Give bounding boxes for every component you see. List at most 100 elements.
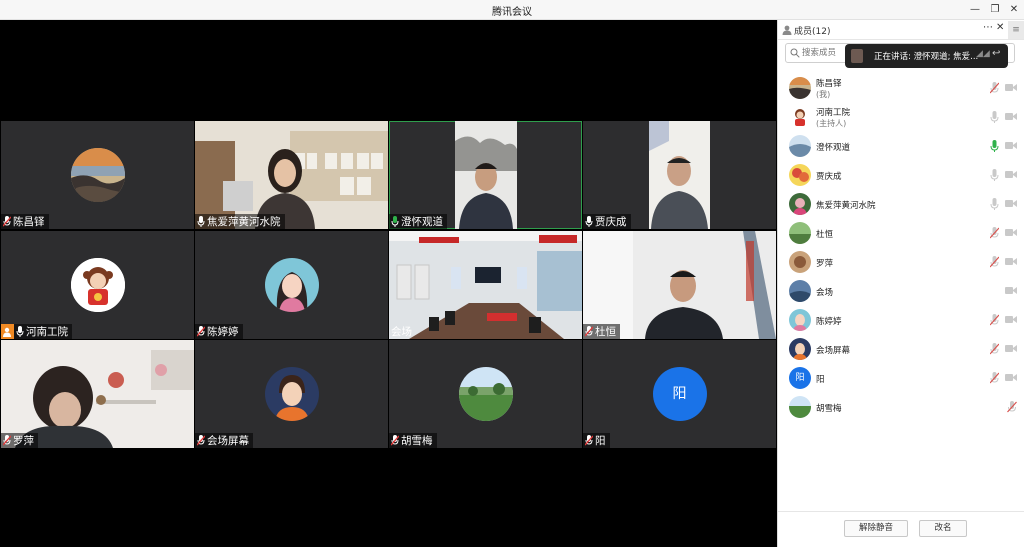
collapse-toast-icon[interactable]: ↩: [992, 48, 1000, 59]
avatar: [789, 396, 811, 418]
video-tile[interactable]: 阳 阳: [583, 340, 776, 448]
avatar: [789, 106, 811, 128]
member-row[interactable]: 会场屏幕: [778, 335, 1024, 363]
mic-icon[interactable]: [990, 198, 999, 210]
member-row[interactable]: 会场: [778, 277, 1024, 305]
mic-muted-icon[interactable]: [990, 343, 999, 355]
restore-icon[interactable]: ❐: [987, 2, 1003, 18]
more-options-icon[interactable]: ⋯: [983, 22, 993, 33]
video-tile[interactable]: 会场: [389, 231, 582, 339]
member-row[interactable]: 焦爱萍黄河水院: [778, 190, 1024, 218]
mic-icon: [16, 326, 24, 337]
member-row[interactable]: 罗萍: [778, 248, 1024, 276]
member-name: 陈昌铎: [816, 79, 842, 89]
camera-icon[interactable]: [1005, 83, 1017, 92]
mic-muted-icon[interactable]: [990, 256, 999, 268]
rename-button[interactable]: 改名: [919, 520, 967, 537]
member-name: 罗萍: [816, 259, 834, 269]
close-panel-icon[interactable]: ✕: [996, 22, 1004, 33]
member-row[interactable]: 阳 阳: [778, 364, 1024, 392]
member-row[interactable]: 河南工院 (主持人): [778, 103, 1024, 131]
camera-icon[interactable]: [1005, 141, 1017, 150]
avatar: [789, 338, 811, 360]
participant-name-bar: 澄怀观道: [389, 214, 447, 229]
unmute-all-button[interactable]: 解除静音: [844, 520, 908, 537]
members-panel-title: 成员(12): [794, 27, 831, 37]
video-feed: [649, 121, 710, 229]
mic-muted-icon[interactable]: [990, 372, 999, 384]
member-row[interactable]: 贾庆成: [778, 161, 1024, 189]
video-tile[interactable]: 胡雪梅: [389, 340, 582, 448]
avatar: [789, 164, 811, 186]
members-panel: 成员(12) ⋯ ✕ ≡ 正在讲话: 澄怀观道; 焦爱... ◢◢ ↩ 陈昌铎 …: [777, 20, 1024, 547]
member-name: 会场屏幕: [816, 346, 851, 356]
mic-muted-icon: [3, 435, 11, 446]
video-tile[interactable]: 焦爱萍黄河水院: [195, 121, 388, 229]
panel-menu-icon[interactable]: ≡: [1008, 21, 1024, 39]
meeting-window: 腾讯会议 — ❐ ✕ 陈昌铎 焦爱萍黄河水院 澄怀观道 贾庆成 河南工院 陈婷婷…: [0, 0, 1024, 547]
participant-name-bar: 河南工院: [1, 324, 72, 339]
mic-muted-icon[interactable]: [1007, 401, 1017, 413]
participant-name-bar: 会场屏幕: [195, 433, 253, 448]
mic-muted-icon[interactable]: [990, 314, 999, 326]
participant-name: 河南工院: [26, 326, 68, 338]
participant-name: 阳: [595, 435, 606, 447]
speaker-avatar: [851, 49, 863, 63]
video-tile[interactable]: 贾庆成: [583, 121, 776, 229]
close-icon[interactable]: ✕: [1006, 2, 1022, 18]
video-tile[interactable]: 罗萍: [1, 340, 194, 448]
camera-icon[interactable]: [1005, 199, 1017, 208]
mic-muted-icon: [197, 326, 205, 337]
mic-muted-icon[interactable]: [990, 82, 999, 94]
video-tile[interactable]: 会场屏幕: [195, 340, 388, 448]
member-row[interactable]: 杜恒: [778, 219, 1024, 247]
mic-muted-icon: [197, 435, 205, 446]
avatar: [789, 280, 811, 302]
camera-icon[interactable]: [1005, 170, 1017, 179]
member-name: 河南工院: [816, 108, 851, 118]
member-row[interactable]: 陈昌铎 (我): [778, 74, 1024, 102]
member-name: 焦爱萍黄河水院: [816, 201, 876, 211]
camera-icon[interactable]: [1005, 286, 1017, 295]
participant-name-bar: 焦爱萍黄河水院: [195, 214, 285, 229]
camera-icon[interactable]: [1005, 228, 1017, 237]
participant-name: 澄怀观道: [401, 216, 443, 228]
video-tile[interactable]: 陈昌铎: [1, 121, 194, 229]
avatar: [789, 193, 811, 215]
participant-name: 杜恒: [595, 326, 616, 338]
camera-icon[interactable]: [1005, 112, 1017, 121]
members-panel-footer: 解除静音 改名: [778, 511, 1024, 547]
video-feed: [1, 340, 194, 448]
video-tile[interactable]: 河南工院: [1, 231, 194, 339]
camera-icon[interactable]: [1005, 257, 1017, 266]
mic-muted-icon: [585, 326, 593, 337]
video-tile-speaking[interactable]: 澄怀观道: [389, 121, 582, 229]
avatar: [789, 135, 811, 157]
avatar: [70, 258, 125, 312]
video-feed: [195, 121, 388, 229]
avatar: [264, 258, 319, 312]
member-row[interactable]: 胡雪梅: [778, 393, 1024, 421]
avatar: [70, 148, 125, 202]
participant-name: 罗萍: [13, 435, 34, 447]
member-name: 胡雪梅: [816, 404, 842, 414]
camera-icon[interactable]: [1005, 373, 1017, 382]
video-tile[interactable]: 杜恒: [583, 231, 776, 339]
participant-name: 陈昌铎: [13, 216, 45, 228]
video-tile[interactable]: 陈婷婷: [195, 231, 388, 339]
minimize-icon[interactable]: —: [967, 2, 983, 18]
participant-name: 贾庆成: [595, 216, 627, 228]
avatar: [789, 77, 811, 99]
mic-icon[interactable]: [990, 169, 999, 181]
mic-muted-icon[interactable]: [990, 227, 999, 239]
camera-icon[interactable]: [1005, 315, 1017, 324]
avatar: [789, 309, 811, 331]
mic-icon[interactable]: [990, 111, 999, 123]
participant-name-bar: 陈婷婷: [195, 324, 243, 339]
camera-icon[interactable]: [1005, 344, 1017, 353]
member-row[interactable]: 澄怀观道: [778, 132, 1024, 160]
mic-speaking-icon[interactable]: [990, 140, 999, 152]
speaking-toast: 正在讲话: 澄怀观道; 焦爱... ◢◢ ↩: [845, 44, 1008, 68]
member-name: 贾庆成: [816, 172, 842, 182]
member-row[interactable]: 陈婷婷: [778, 306, 1024, 334]
